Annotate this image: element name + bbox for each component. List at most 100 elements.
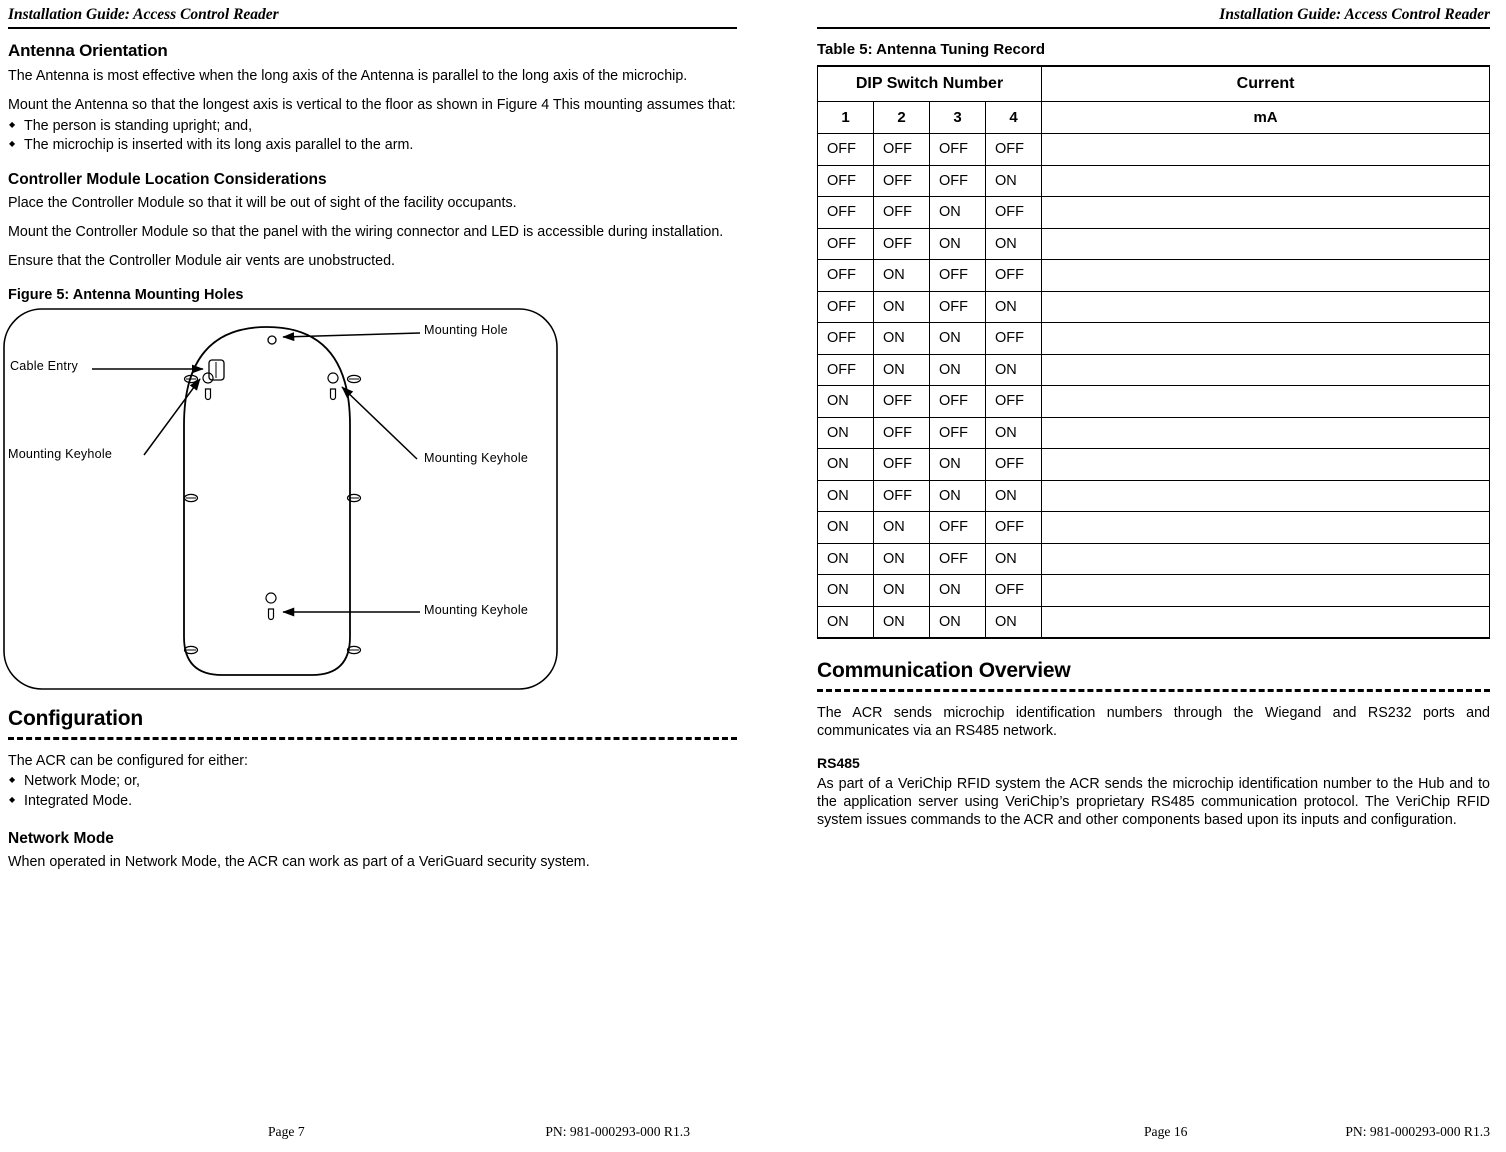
- cell-switch-4: OFF: [984, 511, 1043, 544]
- cell-current[interactable]: [1041, 353, 1491, 386]
- cell-switch-4: OFF: [984, 574, 1043, 607]
- cell-switch-4: ON: [984, 416, 1043, 449]
- cell-switch-2: OFF: [873, 133, 930, 166]
- cell-switch-3: OFF: [929, 416, 986, 449]
- cell-switch-2: ON: [873, 605, 930, 639]
- cell-switch-3: ON: [929, 605, 986, 639]
- table-row: OFF ON OFF OFF: [817, 259, 1491, 292]
- cell-switch-3: OFF: [929, 259, 986, 292]
- footer-page-number-left: Page 7: [268, 1124, 305, 1139]
- cell-current[interactable]: [1041, 133, 1491, 166]
- cell-switch-2: ON: [873, 542, 930, 575]
- cell-switch-1: ON: [817, 511, 874, 544]
- cell-switch-3: OFF: [929, 164, 986, 197]
- footer-page-number-right: Page 16: [1144, 1124, 1188, 1139]
- cell-switch-1: ON: [817, 416, 874, 449]
- antenna-orientation-para-2: Mount the Antenna so that the longest ax…: [8, 97, 736, 114]
- cell-switch-3: ON: [929, 448, 986, 481]
- cell-current[interactable]: [1041, 448, 1491, 481]
- cell-switch-1: OFF: [817, 164, 874, 197]
- cell-switch-4: ON: [984, 290, 1043, 323]
- cell-current[interactable]: [1041, 196, 1491, 229]
- table-group-header-row: DIP Switch Number Current: [816, 65, 1491, 102]
- table-row: OFF ON ON ON: [817, 353, 1491, 386]
- communication-divider: [817, 689, 1490, 692]
- column-header-switch-1: 1: [817, 101, 874, 134]
- antenna-orientation-para-1: The Antenna is most effective when the l…: [8, 68, 688, 84]
- cell-current[interactable]: [1041, 574, 1491, 607]
- cell-switch-1: OFF: [817, 322, 874, 355]
- running-header-right: Installation Guide: Access Control Reade…: [1219, 6, 1490, 23]
- cell-switch-1: ON: [817, 385, 874, 418]
- antenna-diagram-svg: [3, 307, 558, 690]
- cell-switch-3: OFF: [929, 133, 986, 166]
- heading-controller-module-location: Controller Module Location Consideration…: [8, 170, 327, 188]
- table-head: DIP Switch Number Current 1 2 3 4 mA: [816, 65, 1491, 134]
- cell-switch-4: OFF: [984, 385, 1043, 418]
- left-page: Installation Guide: Access Control Reade…: [0, 0, 753, 1152]
- cell-switch-4: ON: [984, 542, 1043, 575]
- cell-switch-2: OFF: [873, 448, 930, 481]
- configuration-divider: [8, 736, 737, 740]
- table-row: OFF OFF OFF OFF: [817, 133, 1491, 166]
- cell-current[interactable]: [1041, 416, 1491, 449]
- configuration-para-1: The ACR can be configured for either:: [8, 752, 249, 769]
- cell-switch-3: OFF: [929, 290, 986, 323]
- table-row: ON OFF OFF ON: [817, 416, 1491, 449]
- running-header-left: Installation Guide: Access Control Reade…: [8, 6, 279, 23]
- cell-switch-4: OFF: [984, 133, 1043, 166]
- cell-switch-3: OFF: [929, 511, 986, 544]
- table-row: ON ON OFF OFF: [817, 511, 1491, 544]
- cell-switch-3: OFF: [929, 385, 986, 418]
- cell-switch-2: ON: [873, 353, 930, 386]
- table-row: OFF ON ON OFF: [817, 322, 1491, 355]
- table-row: ON ON ON ON: [817, 605, 1491, 639]
- table-row: ON OFF ON OFF: [817, 448, 1491, 481]
- right-page: Installation Guide: Access Control Reade…: [753, 0, 1506, 1152]
- cell-switch-4: OFF: [984, 259, 1043, 292]
- figure-antenna-mounting-holes: Mounting Hole Cable Entry Mounting Keyho…: [2, 307, 720, 697]
- cell-switch-1: OFF: [817, 259, 874, 292]
- cell-current[interactable]: [1041, 605, 1491, 639]
- communication-para-1: The ACR sends microchip identification n…: [817, 705, 1490, 740]
- cell-switch-4: ON: [984, 605, 1043, 639]
- cell-current[interactable]: [1041, 259, 1491, 292]
- cell-switch-3: ON: [929, 322, 986, 355]
- cell-switch-2: OFF: [873, 227, 930, 260]
- cell-switch-2: OFF: [873, 164, 930, 197]
- column-header-dip-switch-number: DIP Switch Number: [816, 65, 1043, 102]
- table-sub-header-row: 1 2 3 4 mA: [817, 101, 1491, 134]
- table-body: OFF OFF OFF OFF OFF OFF OFF ON OFF OFF O…: [817, 133, 1491, 639]
- table-row: OFF OFF OFF ON: [817, 164, 1491, 197]
- cell-switch-4: ON: [984, 479, 1043, 512]
- cell-current[interactable]: [1041, 290, 1491, 323]
- cell-switch-3: ON: [929, 353, 986, 386]
- table-row: ON OFF ON ON: [817, 479, 1491, 512]
- cell-switch-3: OFF: [929, 542, 986, 575]
- cell-switch-2: OFF: [873, 416, 930, 449]
- heading-network-mode: Network Mode: [8, 830, 114, 848]
- list-item: The person is standing upright; and,: [8, 117, 737, 136]
- cell-switch-2: ON: [873, 322, 930, 355]
- list-item: The microchip is inserted with its long …: [8, 136, 737, 155]
- cell-current[interactable]: [1041, 322, 1491, 355]
- label-mounting-keyhole-left: Mounting Keyhole: [8, 446, 113, 461]
- cell-switch-4: ON: [984, 353, 1043, 386]
- cell-current[interactable]: [1041, 479, 1491, 512]
- cell-current[interactable]: [1041, 164, 1491, 197]
- cell-switch-2: OFF: [873, 196, 930, 229]
- cell-switch-1: ON: [817, 479, 874, 512]
- cell-current[interactable]: [1041, 542, 1491, 575]
- label-mounting-keyhole-right: Mounting Keyhole: [424, 450, 529, 465]
- cell-switch-4: OFF: [984, 322, 1043, 355]
- cell-switch-4: ON: [984, 227, 1043, 260]
- cell-current[interactable]: [1041, 385, 1491, 418]
- table-row: ON ON OFF ON: [817, 542, 1491, 575]
- list-item: Network Mode; or,: [8, 772, 737, 791]
- cell-switch-3: ON: [929, 196, 986, 229]
- controller-module-para-3: Ensure that the Controller Module air ve…: [8, 253, 396, 270]
- list-item: Integrated Mode.: [8, 792, 737, 811]
- cell-current[interactable]: [1041, 511, 1491, 544]
- cell-switch-2: ON: [873, 574, 930, 607]
- cell-current[interactable]: [1041, 227, 1491, 260]
